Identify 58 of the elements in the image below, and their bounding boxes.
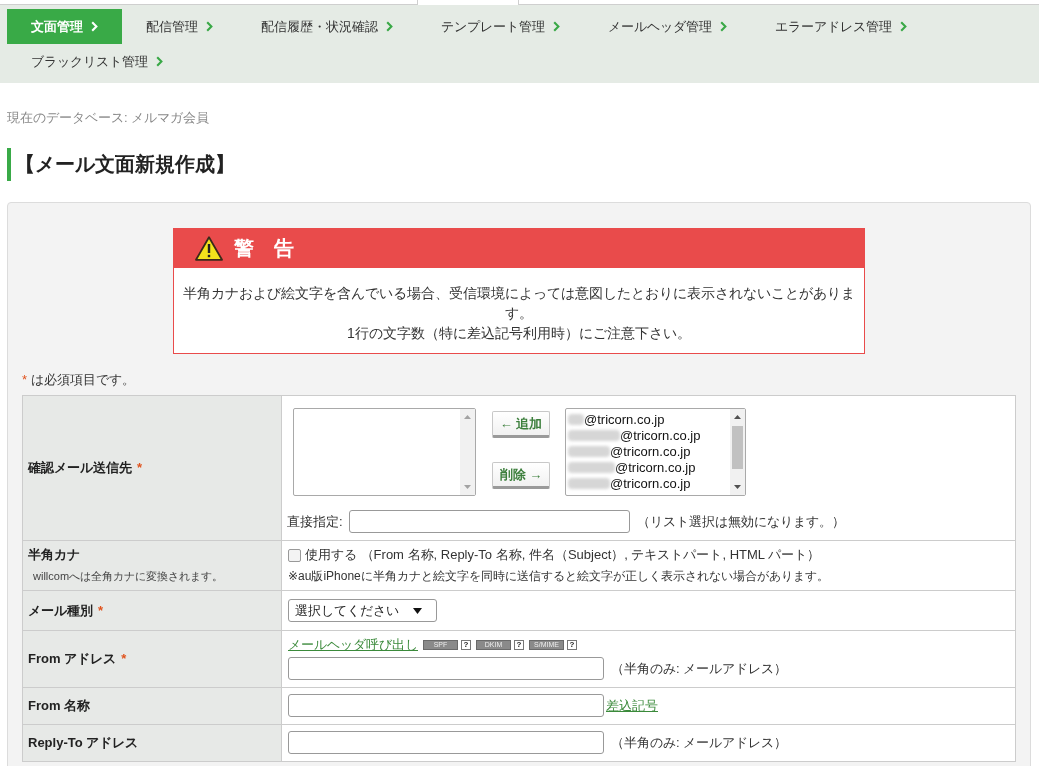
field-label: 確認メール送信先 — [28, 460, 132, 475]
field-label: メール種別 — [28, 602, 93, 618]
help-button[interactable]: ? — [461, 640, 471, 650]
required-note: は必須項目です。 — [31, 372, 136, 387]
field-hint: （半角のみ: メールアドレス） — [611, 733, 788, 752]
chevron-icon — [386, 21, 393, 32]
checkbox[interactable] — [288, 548, 301, 562]
listbox[interactable] — [293, 408, 476, 496]
email-address[interactable]: @tricorn.co.jp — [610, 476, 691, 491]
text-input[interactable] — [288, 731, 604, 754]
text-input[interactable] — [348, 510, 630, 533]
email-address[interactable]: @tricorn.co.jp — [615, 460, 696, 475]
email-address[interactable]: @tricorn.co.jp — [584, 412, 665, 427]
text-input[interactable] — [288, 694, 604, 717]
chevron-icon — [553, 21, 560, 32]
field-label: Reply-To アドレス — [28, 735, 139, 750]
option-label: 使用する （From 名称, Reply-To 名称, 件名（Subject）, テキストパート, HTML パート） — [305, 546, 821, 564]
chevron-icon — [91, 21, 98, 32]
warning-title: 警 告 — [234, 236, 294, 260]
header-link[interactable]: メールヘッダ呼び出し — [288, 636, 418, 654]
field-label: From 名称 — [28, 698, 91, 713]
nav-tab[interactable]: メールヘッダ管理 — [584, 9, 751, 44]
nav-tab[interactable]: テンプレート管理 — [417, 9, 584, 44]
listbox[interactable]: @tricorn.co.jp @tricorn.co.jp @tricorn.co.jp @tricorn.co.jp @tricorn.co.jp — [565, 408, 746, 496]
required-mark: * — [137, 460, 143, 475]
help-button[interactable]: ? — [514, 640, 524, 650]
help-button[interactable]: ? — [567, 640, 577, 650]
field-label: 半角カナ — [28, 546, 80, 564]
remove-button[interactable]: 削除 → — [492, 462, 550, 489]
database-info: 現在のデータベース: メルマガ会員 — [6, 109, 211, 127]
required-mark: * — [22, 372, 28, 387]
warning-icon — [195, 235, 223, 261]
warning-text: 1行の文字数（特に差込記号利用時）にご注意下さい。 — [346, 324, 692, 343]
required-mark: * — [98, 602, 104, 618]
note-text: ※au版iPhoneに半角カナと絵文字を同時に送信すると絵文字が正しく表示されない場合があります。 — [288, 569, 830, 584]
warning-text: 半角カナおよび絵文字を含んでいる場合、受信環境によっては意図したとおりに表示されないことがあります。 — [182, 284, 856, 323]
chevron-icon — [720, 21, 727, 32]
field-label: From アドレス — [28, 651, 117, 666]
text-input[interactable] — [288, 657, 604, 680]
nav-tab[interactable]: 配信履歴・状況確認 — [237, 9, 417, 44]
chevron-icon — [156, 56, 163, 67]
field-hint: willcomへは全角カナに変換されます。 — [32, 569, 225, 584]
nav-tab[interactable]: エラーアドレス管理 — [751, 9, 931, 44]
chevron-icon — [206, 21, 213, 32]
insert-code-link[interactable]: 差込記号 — [606, 696, 658, 715]
email-address[interactable]: @tricorn.co.jp — [620, 428, 701, 443]
caret-icon — [413, 607, 422, 614]
nav-tab[interactable]: 配信管理 — [122, 9, 237, 44]
add-button[interactable]: ← 追加 — [492, 411, 550, 438]
email-address[interactable]: @tricorn.co.jp — [610, 444, 691, 459]
page-heading: 【メール文面新規作成】 — [7, 148, 1039, 181]
field-hint: （リスト選択は無効になります。） — [636, 512, 845, 531]
type-dropdown[interactable]: 選択してください — [288, 599, 437, 622]
required-mark: * — [121, 651, 127, 666]
nav-tab[interactable]: ブラックリスト管理 — [7, 44, 187, 79]
field-label: 直接指定: — [287, 512, 343, 531]
field-hint: （半角のみ: メールアドレス） — [611, 659, 788, 678]
chevron-icon — [900, 21, 907, 32]
